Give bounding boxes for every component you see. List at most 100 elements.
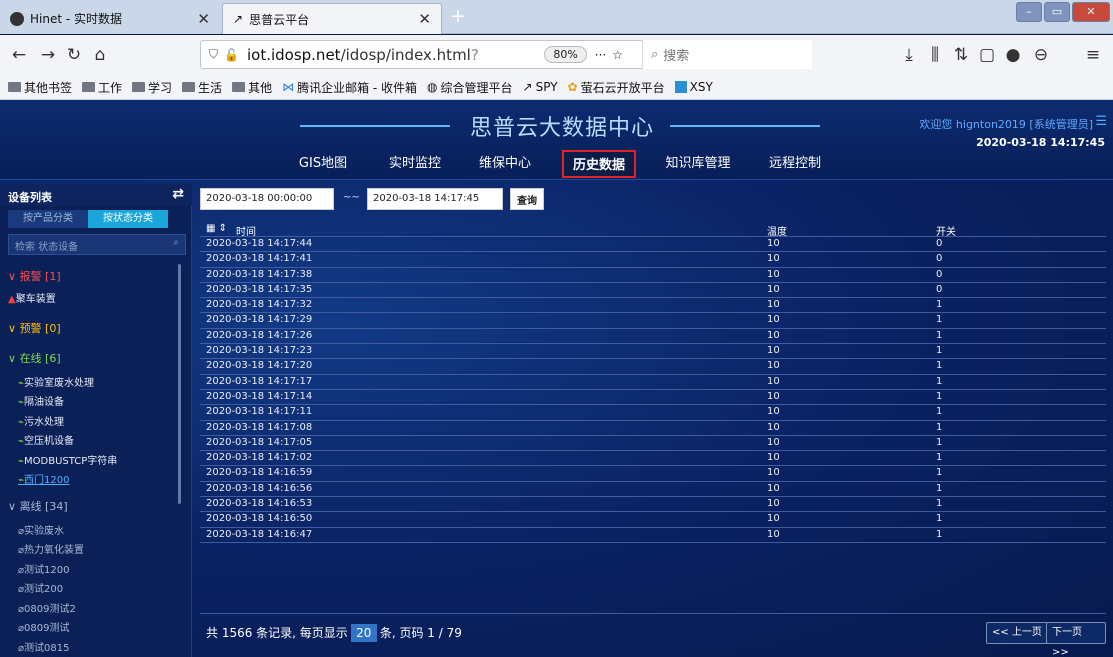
menu-maintenance[interactable]: 维保中心 [474, 150, 536, 178]
bookmark-folder[interactable]: 工作 [78, 79, 126, 96]
tab-hinet[interactable]: Hinet - 实时数据 ✕ [0, 3, 220, 34]
download-icon[interactable]: ⤓ [898, 41, 920, 69]
maximize-button[interactable]: ▭ [1044, 2, 1070, 22]
cell-temperature: 10 [767, 482, 780, 494]
end-time-input[interactable]: 2020-03-18 14:17:45 [367, 188, 503, 210]
cell-temperature: 10 [767, 283, 780, 295]
device-item[interactable]: ▲聚车装置 [8, 290, 56, 305]
bookmark-folder[interactable]: 学习 [128, 79, 176, 96]
forward-button[interactable]: → [36, 41, 60, 69]
table-row[interactable]: 2020-03-18 14:17:26 10 1 [200, 329, 1106, 345]
table-row[interactable]: 2020-03-18 14:17:32 10 1 [200, 298, 1106, 314]
sidebar-icon[interactable]: ▢ [976, 41, 998, 69]
category-toggle: 按产品分类 按状态分类 [8, 210, 168, 228]
group-alarm[interactable]: ∨ 报警 [1] [6, 268, 61, 284]
table-row[interactable]: 2020-03-18 14:17:11 10 1 [200, 405, 1106, 421]
col-temperature[interactable]: 温度 [767, 223, 787, 238]
star-icon[interactable]: ☆ [612, 48, 623, 62]
reload-button[interactable]: ↻ [62, 41, 86, 69]
device-item-selected[interactable]: ⌁西门1200 [18, 471, 69, 486]
table-row[interactable]: 2020-03-18 14:17:02 10 1 [200, 451, 1106, 467]
start-time-input[interactable]: 2020-03-18 00:00:00 [200, 188, 334, 210]
col-time[interactable]: 时间 [236, 223, 256, 238]
device-item[interactable]: ⌀测试200 [18, 580, 63, 595]
table-row[interactable]: 2020-03-18 14:16:59 10 1 [200, 466, 1106, 482]
columns-icon[interactable]: ▦ ⇕ [206, 223, 227, 234]
swap-icon[interactable]: ⇄ [172, 186, 184, 202]
account-icon[interactable]: ⊖ [1030, 41, 1052, 69]
group-online[interactable]: ∨ 在线 [6] [6, 350, 61, 366]
table-row[interactable]: 2020-03-18 14:16:50 10 1 [200, 512, 1106, 528]
cell-switch: 1 [936, 528, 943, 540]
sidebar-scrollbar[interactable] [178, 264, 181, 504]
minimize-button[interactable]: – [1016, 2, 1042, 22]
col-switch[interactable]: 开关 [936, 223, 956, 238]
search-box[interactable]: ⌕ 搜索 [642, 40, 812, 69]
menu-gis[interactable]: GIS地图 [292, 150, 354, 178]
bookmark-link[interactable]: ◍ 综合管理平台 [423, 79, 517, 96]
chat-icon[interactable]: ● [1002, 41, 1024, 69]
welcome-text[interactable]: 欢迎您 hignton2019 [系统管理员] [919, 116, 1093, 132]
home-button[interactable]: ⌂ [88, 41, 112, 69]
table-row[interactable]: 2020-03-18 14:16:56 10 1 [200, 482, 1106, 498]
library-icon[interactable]: ⫼ [924, 41, 946, 69]
device-item[interactable]: ⌀实验废水 [18, 522, 64, 537]
table-row[interactable]: 2020-03-18 14:17:17 10 1 [200, 375, 1106, 390]
table-row[interactable]: 2020-03-18 14:17:23 10 1 [200, 344, 1106, 360]
window-close-button[interactable]: ✕ [1072, 2, 1110, 22]
device-search-input[interactable]: 检索 状态设备 ⌕ [8, 234, 186, 255]
close-icon[interactable]: ✕ [418, 10, 431, 28]
table-row[interactable]: 2020-03-18 14:16:47 10 1 [200, 528, 1106, 543]
table-row[interactable]: 2020-03-18 14:16:53 10 1 [200, 497, 1106, 513]
table-row[interactable]: 2020-03-18 14:17:05 10 1 [200, 436, 1106, 452]
group-warning[interactable]: ∨ 预警 [0] [6, 320, 61, 336]
group-offline[interactable]: ∨ 离线 [34] [6, 498, 68, 514]
device-item[interactable]: ⌁空压机设备 [18, 432, 74, 447]
device-item[interactable]: ⌁污水处理 [18, 413, 64, 428]
menu-remote[interactable]: 远程控制 [764, 150, 826, 178]
table-row[interactable]: 2020-03-18 14:17:41 10 0 [200, 252, 1106, 268]
tab-sipu[interactable]: ↗ 思普云平台 ✕ [222, 3, 442, 34]
seg-by-product[interactable]: 按产品分类 [8, 210, 88, 228]
next-page-button[interactable]: 下一页 >> [1046, 622, 1106, 657]
sync-icon[interactable]: ⇅ [950, 41, 972, 69]
list-icon[interactable]: ☰ [1095, 114, 1107, 129]
zoom-level[interactable]: 80% [544, 46, 587, 63]
bookmark-folder[interactable]: 其他书签 [4, 79, 76, 96]
bookmark-link[interactable]: ⋈ 腾讯企业邮箱 - 收件箱 [278, 79, 421, 96]
menu-icon[interactable]: ≡ [1080, 41, 1106, 69]
table-row[interactable]: 2020-03-18 14:17:14 10 1 [200, 390, 1106, 406]
new-tab-button[interactable]: + [448, 7, 468, 27]
bookmark-link[interactable]: ✿ 萤石云开放平台 [564, 79, 669, 96]
table-row[interactable]: 2020-03-18 14:17:35 10 0 [200, 283, 1106, 299]
menu-realtime[interactable]: 实时监控 [384, 150, 446, 178]
menu-history[interactable]: 历史数据 [562, 150, 636, 178]
table-row[interactable]: 2020-03-18 14:17:29 10 1 [200, 313, 1106, 329]
menu-knowledge[interactable]: 知识库管理 [660, 150, 736, 178]
device-item[interactable]: ⌀0809测试 [18, 619, 69, 634]
page-actions-icon[interactable]: ··· [595, 48, 606, 62]
bookmark-folder[interactable]: 其他 [228, 79, 276, 96]
device-item[interactable]: ⌀热力氧化装置 [18, 541, 84, 556]
table-row[interactable]: 2020-03-18 14:17:08 10 1 [200, 421, 1106, 436]
close-icon[interactable]: ✕ [197, 10, 210, 28]
device-item[interactable]: ⌁MODBUSTCP字符串 [18, 452, 117, 467]
bookmark-link[interactable]: ↗ SPY [519, 80, 562, 94]
device-item[interactable]: ⌁隔油设备 [18, 393, 64, 408]
seg-by-status[interactable]: 按状态分类 [88, 210, 168, 228]
device-item[interactable]: ⌀测试0815 [18, 639, 69, 654]
cell-temperature: 10 [767, 390, 780, 402]
table-row[interactable]: 2020-03-18 14:17:38 10 0 [200, 268, 1106, 283]
back-button[interactable]: ← [4, 41, 34, 69]
query-button[interactable]: 查询 [510, 188, 544, 210]
table-row[interactable]: 2020-03-18 14:17:44 10 0 [200, 237, 1106, 253]
device-item[interactable]: ⌀测试1200 [18, 561, 69, 576]
page-size-input[interactable]: 20 [350, 624, 377, 642]
bookmark-link[interactable]: XSY [671, 80, 717, 94]
table-row[interactable]: 2020-03-18 14:17:20 10 1 [200, 359, 1106, 375]
prev-page-button[interactable]: << 上一页 [986, 622, 1048, 644]
device-item[interactable]: ⌀0809测试2 [18, 600, 76, 615]
device-item[interactable]: ⌁实验室废水处理 [18, 374, 94, 389]
page-title: 思普云大数据中心 [470, 116, 655, 141]
bookmark-folder[interactable]: 生活 [178, 79, 226, 96]
